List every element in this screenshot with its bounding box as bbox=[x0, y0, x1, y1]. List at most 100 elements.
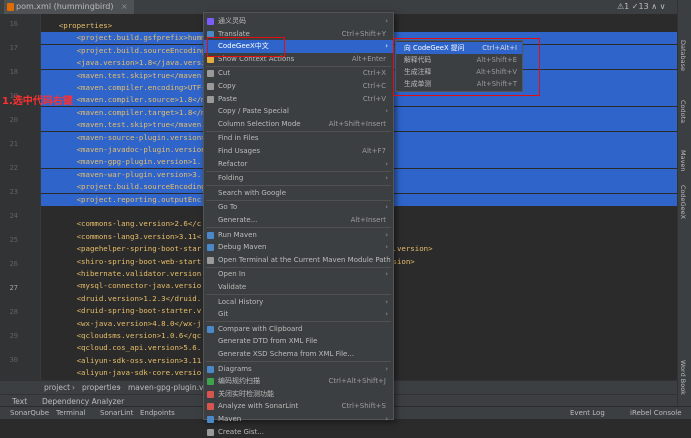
tool-sonarlint[interactable]: SonarLint bbox=[100, 407, 133, 419]
breadcrumb-separator-icon: › bbox=[72, 383, 75, 392]
code-line: <project.build.sourceEncoding bbox=[41, 182, 206, 192]
line-number: 27 bbox=[9, 284, 18, 292]
line-number: 17 bbox=[9, 44, 18, 52]
line-number: 28 bbox=[9, 308, 18, 316]
tool-window-database[interactable]: Database bbox=[679, 40, 687, 71]
code-line: <maven-war-plugin.version>3. bbox=[41, 169, 202, 179]
menu-item-label: Find in Files bbox=[218, 134, 259, 143]
right-tool-strip: Database Codota Maven CodeGeeX Word Book bbox=[677, 0, 691, 418]
tool-event-log[interactable]: Event Log bbox=[570, 407, 605, 419]
menu-item-icon bbox=[207, 403, 214, 411]
line-number: 16 bbox=[9, 20, 18, 28]
code-line: <maven-source-plugin.version> bbox=[41, 132, 206, 142]
code-line: <aliyun-java-sdk-core.versio bbox=[41, 368, 202, 378]
menu-item[interactable]: Open Terminal at the Current Maven Modul… bbox=[204, 254, 393, 267]
tab-label: pom.xml (hummingbird) bbox=[16, 2, 114, 11]
code-line: <maven-gpg-plugin.version>1. bbox=[41, 157, 202, 167]
menu-item[interactable]: 通义灵码 › bbox=[204, 15, 393, 28]
menu-item-label: Local History bbox=[218, 297, 264, 306]
menu-item-shortcut: Ctrl+Alt+Shift+J bbox=[328, 377, 386, 386]
menu-item[interactable]: Cut Ctrl+X bbox=[204, 67, 393, 80]
line-number-gutter: 16 17 18 19 20 21 22 23 24 25 26 27 28 29 30 bbox=[0, 14, 41, 380]
breadcrumb-item[interactable]: maven-gpg-plugin.ver bbox=[128, 381, 211, 394]
menu-item-label: Generate XSD Schema from XML File... bbox=[218, 350, 355, 358]
line-number: 22 bbox=[9, 164, 18, 172]
code-line: <maven-javadoc-plugin.version> bbox=[41, 145, 211, 154]
menu-item[interactable]: Go To › bbox=[204, 201, 393, 214]
menu-item-label: Open In bbox=[218, 270, 246, 279]
tool-window-maven[interactable]: Maven bbox=[679, 150, 687, 172]
menu-item[interactable]: Local History › bbox=[204, 296, 393, 309]
code-line: <mysql-connector-java.versio bbox=[41, 281, 202, 291]
tool-window-codota[interactable]: Codota bbox=[679, 100, 687, 123]
tool-window-codegeex[interactable]: CodeGeeX bbox=[679, 185, 687, 219]
menu-item-shortcut: Alt+Shift+Insert bbox=[328, 119, 386, 128]
menu-item-icon bbox=[207, 256, 214, 264]
menu-item[interactable]: Find in Files bbox=[204, 132, 393, 145]
menu-item-label: Run Maven bbox=[218, 230, 257, 239]
menu-item[interactable]: Git › bbox=[204, 308, 393, 321]
menu-item-label: Column Selection Mode bbox=[218, 119, 301, 128]
tool-sonarqube[interactable]: SonarQube bbox=[10, 407, 49, 419]
chevron-right-icon: › bbox=[385, 243, 388, 252]
menu-item[interactable]: Generate DTD from XML File bbox=[204, 335, 393, 348]
code-line: <aliyun-sdk-oss.version>3.11 bbox=[41, 355, 202, 365]
menu-item-shortcut: Ctrl+C bbox=[362, 82, 386, 90]
code-line: <properties> bbox=[41, 21, 113, 30]
menu-item[interactable]: Copy Ctrl+C bbox=[204, 80, 393, 93]
code-line: <project.build.sourceEncoding bbox=[41, 45, 206, 55]
menu-item[interactable]: Analyze with SonarLint Ctrl+Shift+S bbox=[204, 400, 393, 413]
breadcrumb-item[interactable]: properties bbox=[82, 381, 120, 394]
chevron-right-icon: › bbox=[385, 270, 388, 279]
menu-item[interactable]: Paste Ctrl+V bbox=[204, 93, 393, 106]
menu-item[interactable]: 关闭实时检测功能 bbox=[204, 388, 393, 401]
menu-item-shortcut: Alt+F7 bbox=[362, 147, 386, 155]
line-number: 29 bbox=[9, 332, 18, 340]
menu-item-label: Compare with Clipboard bbox=[218, 324, 303, 333]
menu-item[interactable]: Copy / Paste Special › bbox=[204, 105, 393, 118]
menu-item-label: Create Gist... bbox=[218, 427, 264, 436]
menu-item-label: Generate... bbox=[218, 216, 258, 224]
tool-terminal[interactable]: Terminal bbox=[56, 407, 86, 419]
menu-item[interactable]: Find Usages Alt+F7 bbox=[204, 145, 393, 158]
menu-item-icon bbox=[207, 390, 214, 398]
menu-item-icon bbox=[207, 378, 214, 386]
code-line: <qcloud.cos_api.version>5.6. bbox=[41, 343, 202, 353]
highlight-box-step-3 bbox=[393, 38, 540, 96]
menu-item-label: 关闭实时检测功能 bbox=[218, 389, 274, 398]
line-number: 25 bbox=[9, 236, 18, 244]
menu-item[interactable]: Generate... Alt+Insert bbox=[204, 214, 393, 227]
inspection-widget[interactable]: ⚠1 ✓13 ∧ ∨ bbox=[617, 0, 665, 14]
menu-item[interactable]: Search with Google bbox=[204, 187, 393, 200]
breadcrumb-separator-icon: › bbox=[118, 383, 121, 392]
menu-item[interactable]: Generate XSD Schema from XML File... bbox=[204, 348, 393, 361]
menu-item[interactable]: Column Selection Mode Alt+Shift+Insert bbox=[204, 118, 393, 131]
chevron-right-icon: › bbox=[385, 203, 388, 212]
code-line: <java.version>1.8</java.version> bbox=[41, 58, 219, 68]
menu-item[interactable]: Debug Maven › bbox=[204, 241, 393, 254]
menu-item[interactable]: 编码规约扫描 Ctrl+Alt+Shift+J bbox=[204, 375, 393, 388]
menu-item-label: Analyze with SonarLint bbox=[218, 402, 299, 411]
menu-item-shortcut: Ctrl+X bbox=[362, 69, 386, 78]
menu-item[interactable]: Compare with Clipboard bbox=[204, 323, 393, 336]
tool-window-word-book[interactable]: Word Book bbox=[679, 360, 687, 395]
chevron-right-icon: › bbox=[385, 364, 388, 373]
tool-endpoints[interactable]: Endpoints bbox=[140, 407, 175, 419]
menu-item-label: Paste bbox=[218, 94, 237, 103]
code-line: <druid.version>1.2.3</druid. bbox=[41, 293, 202, 303]
breadcrumb-item[interactable]: project bbox=[44, 381, 70, 394]
menu-item-label: Copy / Paste Special bbox=[218, 107, 289, 116]
menu-item-label: Go To bbox=[218, 203, 238, 212]
tool-irebel-console[interactable]: iRebel Console bbox=[630, 407, 682, 419]
menu-item[interactable]: Validate bbox=[204, 281, 393, 294]
menu-item-label: Find Usages bbox=[218, 147, 261, 155]
menu-item[interactable]: Open In › bbox=[204, 268, 393, 281]
menu-item[interactable]: Run Maven › bbox=[204, 229, 393, 242]
menu-item[interactable]: Create Gist... bbox=[204, 426, 393, 438]
menu-item[interactable]: Refactor › bbox=[204, 158, 393, 171]
annotation-step-1: 1.选中代码右键 bbox=[2, 96, 73, 107]
menu-item[interactable]: Diagrams › bbox=[204, 363, 393, 376]
menu-item[interactable]: Maven › bbox=[204, 413, 393, 426]
close-icon[interactable]: × bbox=[121, 2, 128, 11]
menu-item[interactable]: Folding › bbox=[204, 172, 393, 185]
